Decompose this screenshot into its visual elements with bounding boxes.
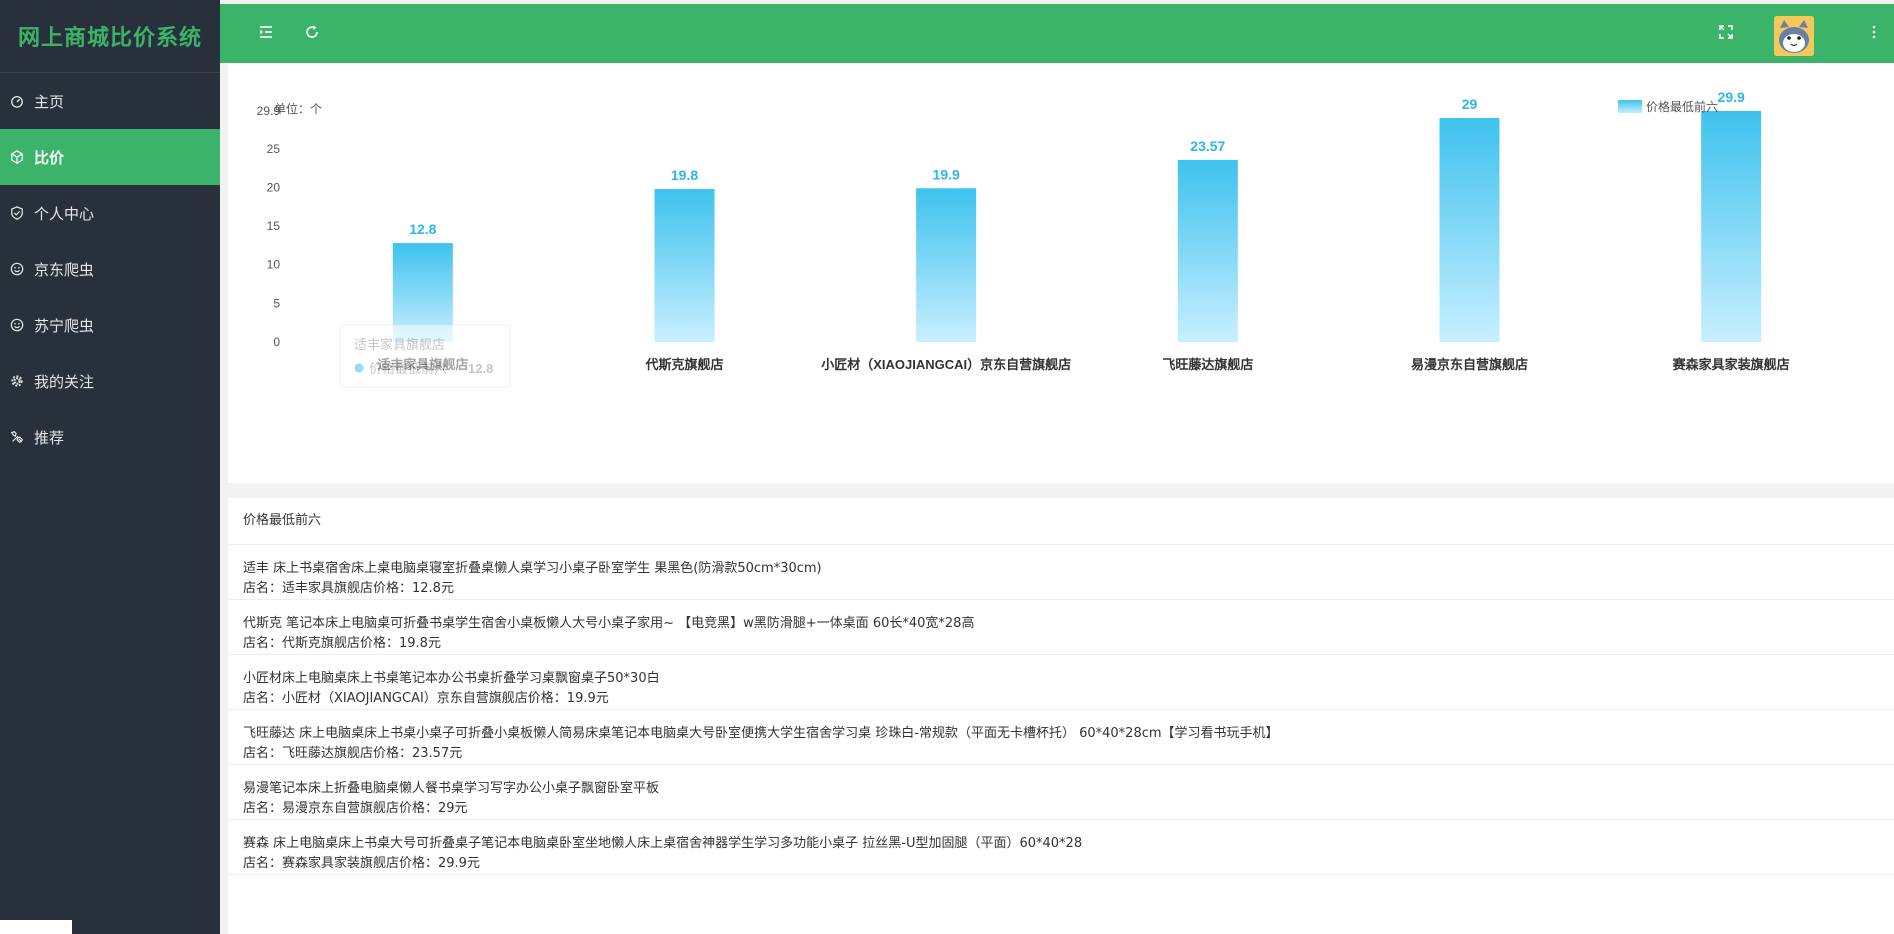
- more-vertical-icon: [1866, 24, 1882, 44]
- chart-bar[interactable]: [1439, 117, 1500, 342]
- sidebar-item-jd-crawler[interactable]: 京东爬虫: [0, 241, 220, 297]
- price-bar-chart: 单位：个 0 5 10 15 20 25 29.9 12.8 19.8 19.9 23.57 29 2…: [257, 89, 1790, 388]
- product-detail: 店名：小匠材（XIAOJIANGCAI）京东自营旗舰店价格：19.9元: [243, 691, 609, 706]
- y-tick-label: 5: [273, 296, 280, 310]
- list-item[interactable]: 易漫笔记本床上折叠电脑桌懒人餐书桌学习写字办公小桌子飘窗卧室平板 店名：易漫京东…: [228, 765, 1894, 820]
- y-tick-label: 10: [267, 258, 281, 272]
- list-item[interactable]: 飞旺藤达 床上电脑桌床上书桌小桌子可折叠小桌板懒人简易床桌笔记本电脑桌大号卧室便…: [228, 710, 1894, 765]
- y-tick-label: 25: [267, 142, 281, 156]
- sidebar-item-my-follows[interactable]: 我的关注: [0, 353, 220, 409]
- product-detail: 店名：飞旺藤达旗舰店价格：23.57元: [243, 746, 463, 761]
- sidebar-item-label: 推荐: [34, 428, 65, 447]
- list-title: 价格最低前六: [228, 498, 1894, 545]
- sidebar-item-profile[interactable]: 个人中心: [0, 185, 220, 241]
- sidebar-item-label: 苏宁爬虫: [34, 316, 95, 335]
- lowest-price-list: 价格最低前六 适丰 床上书桌宿舍床上桌电脑桌寝室折叠桌懒人桌学习小桌子卧室学生 …: [228, 498, 1894, 934]
- x-tick-label: 代斯克旗舰店: [644, 357, 723, 372]
- bar-value-label: 29: [1462, 96, 1478, 112]
- bar-value-label: 19.8: [671, 167, 698, 183]
- app-title: 网上商城比价系统: [0, 0, 220, 73]
- product-name: 适丰 床上书桌宿舍床上桌电脑桌寝室折叠桌懒人桌学习小桌子卧室学生 果黑色(防滑款…: [243, 561, 822, 576]
- x-tick-label: 小匠材（XIAOJIANGCAI）京东自营旗舰店: [821, 357, 1071, 372]
- cat-avatar-icon: [1774, 16, 1814, 56]
- y-tick-label: 0: [273, 335, 280, 349]
- tooltip-series: 价格最低前六: [369, 361, 447, 376]
- bar-value-label: 19.9: [933, 166, 960, 182]
- legend-swatch: [1618, 100, 1642, 113]
- product-name: 代斯克 笔记本床上电脑桌可折叠书桌学生宿舍小桌板懒人大号小桌子家用~ 【电竞黑】…: [243, 616, 975, 631]
- menu-indent-icon: [258, 24, 274, 44]
- product-detail: 店名：易漫京东自营旗舰店价格：29元: [243, 801, 468, 816]
- sidebar: 网上商城比价系统 主页 比价 个人中心 京东爬虫 苏宁爬虫 我的关注 推荐: [0, 0, 220, 934]
- refresh-button[interactable]: [292, 4, 332, 63]
- list-item[interactable]: 代斯克 笔记本床上电脑桌可折叠书桌学生宿舍小桌板懒人大号小桌子家用~ 【电竞黑】…: [228, 600, 1894, 655]
- list-item[interactable]: 赛森 床上电脑桌床上书桌大号可折叠桌子笔记本电脑桌卧室坐地懒人床上桌宿舍神器学生…: [228, 820, 1894, 875]
- sidebar-item-suning-crawler[interactable]: 苏宁爬虫: [0, 297, 220, 353]
- sidebar-nav: 主页 比价 个人中心 京东爬虫 苏宁爬虫 我的关注 推荐: [0, 73, 220, 465]
- y-tick-label: 15: [267, 219, 281, 233]
- top-header: [220, 4, 1894, 63]
- chart-tooltip: 适丰家具旗舰店 价格最低前六 12.8: [339, 324, 511, 388]
- fullscreen-icon: [1718, 24, 1734, 44]
- sidebar-item-label: 我的关注: [34, 372, 95, 391]
- chart-bar[interactable]: [654, 189, 715, 342]
- smile-icon: [10, 262, 24, 276]
- list-item[interactable]: 适丰 床上书桌宿舍床上桌电脑桌寝室折叠桌懒人桌学习小桌子卧室学生 果黑色(防滑款…: [228, 545, 1894, 600]
- product-name: 赛森 床上电脑桌床上书桌大号可折叠桌子笔记本电脑桌卧室坐地懒人床上桌宿舍神器学生…: [243, 836, 1083, 851]
- bar-value-label: 29.9: [1718, 89, 1745, 105]
- tooltip-marker: [354, 363, 364, 373]
- y-tick-label: 20: [267, 180, 281, 194]
- chart-unit-label: 单位：个: [274, 101, 322, 116]
- sidebar-item-recommend[interactable]: 推荐: [0, 409, 220, 465]
- bar-value-label: 12.8: [409, 221, 436, 237]
- tooltip-title: 适丰家具旗舰店: [354, 337, 445, 352]
- list-item[interactable]: 小匠材床上电脑桌床上书桌笔记本办公书桌折叠学习桌飘窗桌子50*30白 店名：小匠…: [228, 655, 1894, 710]
- price-chart-card: 单位：个 0 5 10 15 20 25 29.9 12.8 19.8 19.9 23.57 29 2…: [228, 63, 1894, 483]
- product-detail: 店名：代斯克旗舰店价格：19.8元: [243, 636, 441, 651]
- legend-label: 价格最低前六: [1646, 99, 1718, 114]
- product-detail: 店名：赛森家具家装旗舰店价格：29.9元: [243, 856, 480, 871]
- cube-icon: [10, 150, 24, 164]
- sidebar-item-label: 主页: [34, 92, 65, 111]
- bar-value-label: 23.57: [1190, 138, 1225, 154]
- x-tick-label: 赛森家具家装旗舰店: [1672, 357, 1790, 372]
- product-name: 小匠材床上电脑桌床上书桌笔记本办公书桌折叠学习桌飘窗桌子50*30白: [243, 671, 660, 686]
- chart-bar[interactable]: [1701, 111, 1762, 342]
- sidebar-item-label: 个人中心: [34, 204, 95, 223]
- product-name: 易漫笔记本床上折叠电脑桌懒人餐书桌学习写字办公小桌子飘窗卧室平板: [243, 781, 660, 796]
- y-tick-label: 29.9: [257, 104, 281, 118]
- sidebar-item-home[interactable]: 主页: [0, 73, 220, 129]
- sidebar-item-compare[interactable]: 比价: [0, 129, 220, 185]
- main-content: 单位：个 0 5 10 15 20 25 29.9 12.8 19.8 19.9 23.57 29 2…: [220, 63, 1894, 934]
- chart-bar[interactable]: [916, 188, 977, 342]
- tooltip-value: 12.8: [468, 361, 493, 376]
- refresh-icon: [304, 24, 320, 44]
- fullscreen-button[interactable]: [1706, 4, 1746, 63]
- sidebar-item-label: 京东爬虫: [34, 260, 95, 279]
- product-detail: 店名：适丰家具旗舰店价格：12.8元: [243, 581, 454, 596]
- more-button[interactable]: [1854, 4, 1894, 63]
- tools-icon: [10, 430, 24, 444]
- smile-icon: [10, 318, 24, 332]
- dashboard-icon: [10, 94, 24, 108]
- user-avatar[interactable]: [1774, 16, 1814, 56]
- menu-toggle-button[interactable]: [246, 4, 286, 63]
- shield-icon: [10, 206, 24, 220]
- product-name: 飞旺藤达 床上电脑桌床上书桌小桌子可折叠小桌板懒人简易床桌笔记本电脑桌大号卧室便…: [243, 726, 1279, 741]
- sidebar-bottom-tab: [0, 920, 72, 934]
- sidebar-item-label: 比价: [34, 148, 65, 167]
- x-tick-label: 飞旺藤达旗舰店: [1162, 357, 1253, 372]
- gear-icon: [10, 374, 24, 388]
- chart-legend[interactable]: 价格最低前六: [1618, 99, 1718, 114]
- chart-bar[interactable]: [1177, 159, 1238, 342]
- x-tick-label: 易漫京东自营旗舰店: [1411, 357, 1528, 372]
